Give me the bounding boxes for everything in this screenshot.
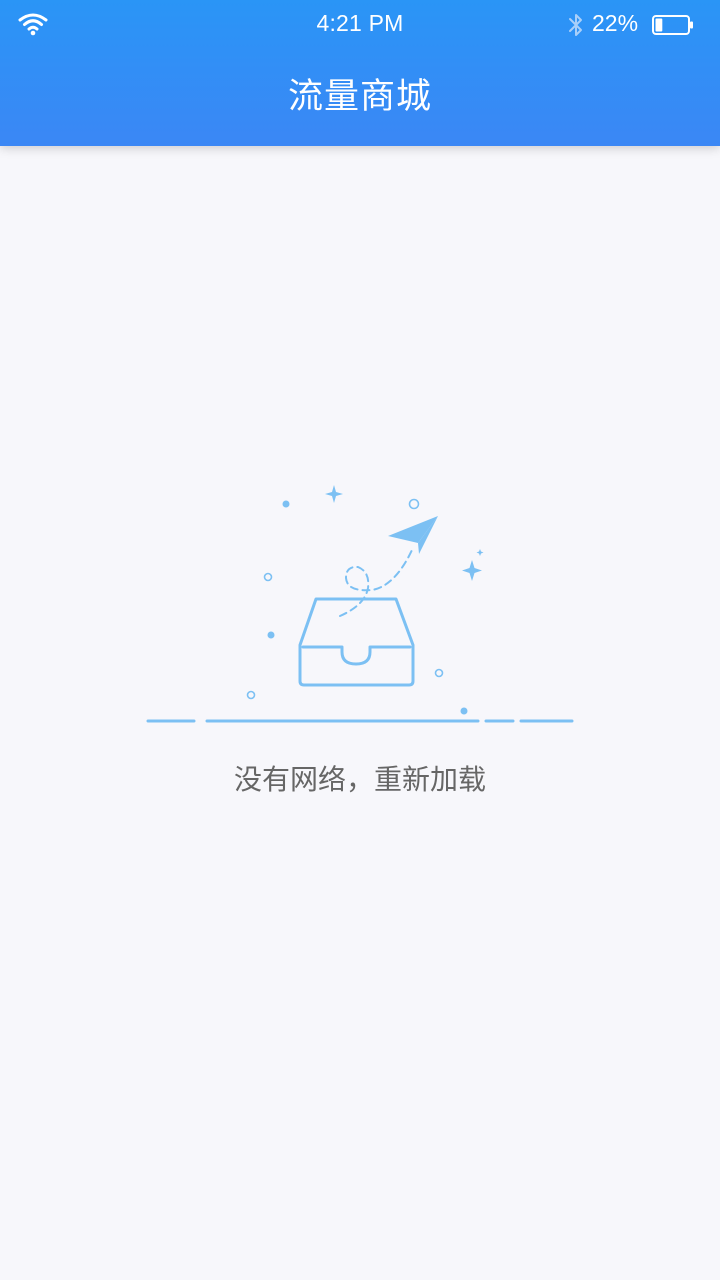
sparkle-icon — [462, 560, 482, 581]
status-bar: 4:21 PM 22% — [0, 0, 720, 50]
battery-icon — [652, 15, 693, 35]
reload-message[interactable]: 没有网络，重新加载 — [0, 760, 720, 800]
dot — [460, 707, 468, 715]
dot — [267, 631, 275, 639]
ring — [246, 690, 256, 700]
battery-percentage: 22% — [592, 10, 639, 36]
bluetooth-icon — [569, 14, 582, 36]
paper-plane-inbox-illustration — [146, 485, 574, 723]
app-header: 4:21 PM 22% 流量商城 — [0, 0, 720, 146]
ring — [434, 668, 444, 678]
sparkle-icon — [476, 549, 484, 556]
flight-path — [339, 549, 413, 617]
dot — [282, 500, 290, 508]
tray-slot — [301, 645, 412, 666]
sparkle-icon — [325, 485, 343, 503]
tray-outline — [298, 597, 415, 687]
paper-plane-icon — [388, 516, 438, 554]
ring — [263, 572, 273, 582]
ring — [408, 498, 420, 510]
page-title: 流量商城 — [287, 77, 432, 117]
